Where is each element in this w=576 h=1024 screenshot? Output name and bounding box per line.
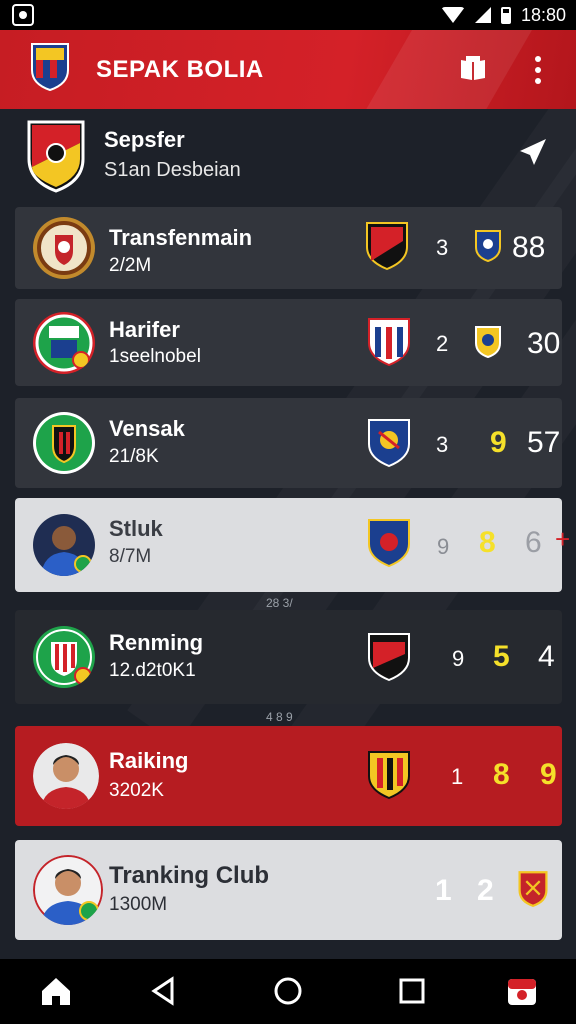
row-score: 57 xyxy=(527,426,561,459)
avatar xyxy=(33,743,99,809)
avatar xyxy=(33,217,95,279)
row-score: 88 xyxy=(512,231,546,264)
row-count: 3 xyxy=(436,235,449,260)
row-count: 3 xyxy=(436,432,449,457)
row-subtitle: 1seelnobel xyxy=(109,346,201,367)
row-subtitle: 21/8K xyxy=(109,446,159,467)
list-item[interactable]: Stluk 8/7M 9 8 6 + xyxy=(15,498,570,592)
row-title: Renming xyxy=(109,630,204,655)
row-subtitle: 12.d2t0K1 xyxy=(109,660,196,681)
row-score: 2 xyxy=(477,874,494,907)
app-icon[interactable] xyxy=(504,973,540,1009)
circle-home-icon[interactable] xyxy=(270,973,306,1009)
row-score: 9 xyxy=(540,758,557,791)
row-score-highlight: 9 xyxy=(490,426,507,459)
back-icon[interactable] xyxy=(146,973,182,1009)
row-score-highlight: 8 xyxy=(493,758,510,791)
wifi-icon xyxy=(440,7,465,23)
divider-label: 4 8 9 xyxy=(266,710,293,724)
row-title: Transfenmain xyxy=(109,225,253,250)
club-crest-icon xyxy=(368,633,410,682)
row-count: 1 xyxy=(451,764,464,789)
row-score: 4 xyxy=(538,640,555,673)
club-crest-icon xyxy=(368,751,410,800)
club-crest-icon xyxy=(31,43,69,92)
notification-app-icon xyxy=(12,4,34,26)
row-title: Tranking Club xyxy=(109,862,270,889)
row-count: 2 xyxy=(436,331,449,356)
row-subtitle: 2/2M xyxy=(109,255,152,276)
row-title: Harifer xyxy=(109,317,180,342)
list-item[interactable]: Transfenmain 2/2M 3 88 xyxy=(15,207,562,289)
row-score: 30 xyxy=(527,327,561,360)
row-subtitle: 3202K xyxy=(109,780,164,801)
avatar xyxy=(33,412,95,474)
club-crest-icon xyxy=(368,419,410,468)
row-subtitle: 8/7M xyxy=(109,546,152,567)
team-subtitle: S1an Desbeian xyxy=(104,159,241,181)
row-count: 9 xyxy=(452,646,465,671)
status-time: 18:80 xyxy=(520,4,566,25)
row-count: 9 xyxy=(437,534,450,559)
avatar xyxy=(33,626,95,688)
recents-icon[interactable] xyxy=(394,973,430,1009)
home-icon[interactable] xyxy=(38,973,74,1009)
app-bar: SEPAK BOLIA xyxy=(0,30,576,109)
list-item[interactable]: Harifer 1seelnobel 2 30 xyxy=(15,299,562,386)
club-crest-icon xyxy=(368,519,410,568)
battery-icon xyxy=(500,6,511,24)
team-name: Sepsfer xyxy=(104,127,185,152)
list-item[interactable]: Tranking Club 1300M 1 2 xyxy=(15,840,562,940)
team-header[interactable]: Sepsfer S1an Desbeian xyxy=(0,109,576,205)
status-bar: 18:80 xyxy=(0,0,576,30)
row-title: Stluk xyxy=(109,516,163,541)
row-score: 1 xyxy=(435,874,452,907)
team-crest-icon xyxy=(27,120,85,193)
shield-icon xyxy=(518,871,548,907)
row-subtitle: 1300M xyxy=(109,894,168,915)
club-crest-icon xyxy=(368,318,410,367)
list-item[interactable]: Raiking 3202K 1 8 9 xyxy=(15,726,562,826)
more-options-button[interactable] xyxy=(528,52,548,88)
shield-icon xyxy=(475,230,501,263)
app-title: SEPAK BOLIA xyxy=(96,56,264,83)
list-item[interactable]: Vensak 21/8K 3 9 57 xyxy=(15,398,562,488)
avatar xyxy=(33,855,103,925)
avatar xyxy=(33,311,95,374)
signal-icon xyxy=(474,7,491,23)
row-marker: + xyxy=(555,524,571,554)
send-icon[interactable] xyxy=(516,137,548,169)
list-item[interactable]: Renming 12.d2t0K1 9 5 4 xyxy=(15,610,562,704)
row-score: 6 xyxy=(525,526,542,559)
row-score-highlight: 8 xyxy=(479,526,496,559)
row-title: Raiking xyxy=(109,748,189,773)
row-score-highlight: 5 xyxy=(493,640,510,673)
book-icon[interactable] xyxy=(458,54,488,84)
club-crest-icon xyxy=(366,222,408,271)
divider-label: 28 3/ xyxy=(266,596,293,610)
shield-icon xyxy=(475,326,501,359)
navigation-bar xyxy=(0,959,576,1024)
avatar xyxy=(33,514,95,576)
row-title: Vensak xyxy=(109,416,185,441)
